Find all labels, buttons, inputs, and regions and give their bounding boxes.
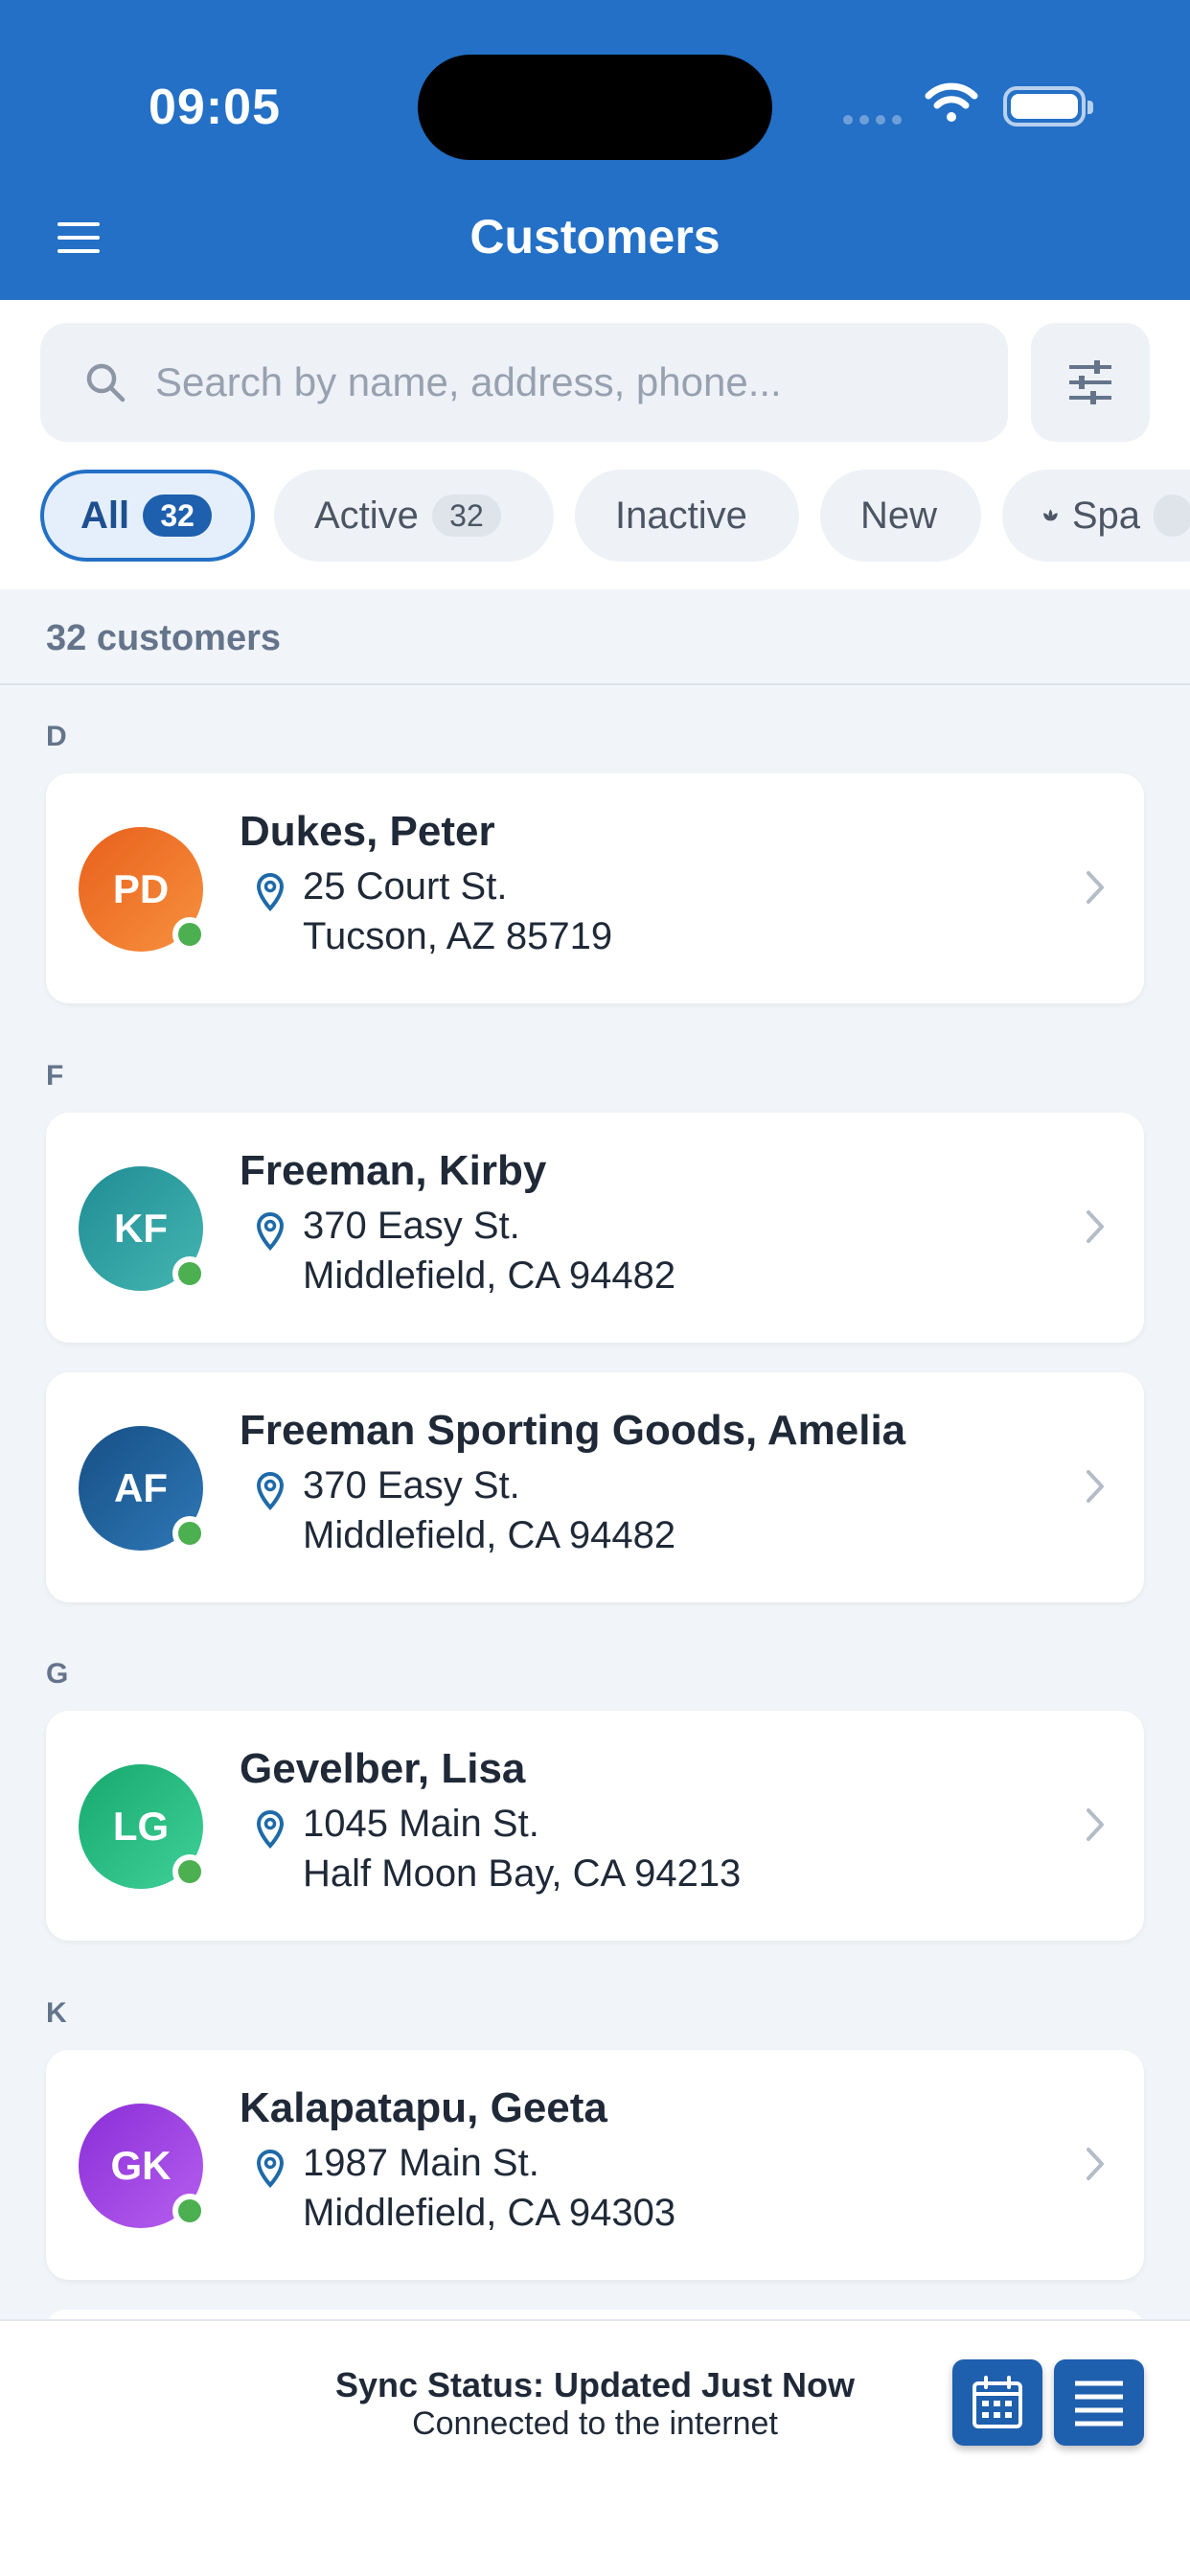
page-title: Customers (469, 210, 721, 264)
chip-label: All (80, 494, 130, 537)
filter-chip-inactive[interactable]: Inactive (575, 470, 799, 562)
online-status-dot (172, 1256, 207, 1291)
address-line1: 370 Easy St. (303, 1205, 520, 1247)
customer-count: 32 customers (46, 618, 282, 658)
customer-card[interactable]: GK Kalapatapu, Geeta 1987 Main St. Middl… (46, 2050, 1144, 2280)
customer-name: Dukes, Peter (240, 808, 495, 855)
location-pin-icon (256, 873, 285, 911)
customer-card[interactable]: LG Gevelber, Lisa 1045 Main St. Half Moo… (46, 1711, 1144, 1941)
customer-name: Kalapatapu, Geeta (240, 2084, 607, 2131)
filter-chip-new[interactable]: New (820, 470, 981, 562)
online-status-dot (172, 2194, 207, 2228)
wifi-icon (925, 82, 978, 122)
spa-icon (1042, 509, 1058, 521)
chip-count-badge (1154, 494, 1190, 537)
section-header-k: K (46, 1997, 67, 2029)
list-view-button[interactable] (1054, 2359, 1144, 2446)
chip-label: Active (314, 494, 419, 537)
customer-card[interactable]: AF Freeman Sporting Goods, Amelia 370 Ea… (46, 1372, 1144, 1602)
cellular-signal-icon (843, 115, 902, 125)
address-line2: Middlefield, CA 94482 (303, 1514, 676, 1556)
customer-name: Gevelber, Lisa (240, 1745, 526, 1792)
chip-count-badge: 32 (143, 494, 213, 537)
address-line2: Tucson, AZ 85719 (303, 915, 613, 957)
chevron-right-icon (1087, 1808, 1104, 1841)
app-header: 09:05 Customers (0, 0, 1190, 300)
filter-chip-all[interactable]: All 32 (40, 470, 255, 562)
section-header-d: D (46, 721, 67, 752)
battery-icon (1003, 86, 1093, 126)
location-pin-icon (256, 1472, 285, 1510)
address-line1: 370 Easy St. (303, 1464, 520, 1506)
customer-name: Freeman Sporting Goods, Amelia (240, 1407, 906, 1454)
chevron-right-icon (1087, 1470, 1104, 1503)
list-icon (1075, 2380, 1123, 2426)
chevron-right-icon (1087, 1210, 1104, 1243)
search-icon (86, 363, 126, 402)
chip-label: Spa (1071, 494, 1140, 537)
chip-label: Inactive (615, 494, 747, 537)
address-line2: Middlefield, CA 94482 (303, 1254, 676, 1297)
sliders-icon (1069, 360, 1111, 404)
section-header-g: G (46, 1658, 69, 1690)
calendar-button[interactable] (952, 2359, 1042, 2446)
location-pin-icon (256, 1212, 285, 1251)
customer-name: Freeman, Kirby (240, 1147, 547, 1194)
filter-chip-active[interactable]: Active 32 (274, 470, 554, 562)
filter-chips: All 32 Active 32 Inactive New Spa (40, 470, 1190, 562)
filter-settings-button[interactable] (1031, 323, 1150, 442)
search-input[interactable] (155, 323, 989, 442)
address-line1: 1987 Main St. (303, 2142, 539, 2184)
chevron-right-icon (1087, 2148, 1104, 2180)
search-box[interactable] (40, 323, 1008, 442)
online-status-dot (172, 1516, 207, 1551)
chip-label: New (860, 494, 938, 537)
location-pin-icon (256, 2150, 285, 2188)
sync-status-bar: Sync Status: Updated Just Now Connected … (0, 2319, 1190, 2576)
filter-chip-spa[interactable]: Spa (1002, 470, 1190, 562)
calendar-icon (973, 2376, 1022, 2428)
location-pin-icon (256, 1810, 285, 1849)
online-status-dot (172, 1854, 207, 1889)
address-line1: 1045 Main St. (303, 1803, 539, 1845)
search-filter-area: All 32 Active 32 Inactive New Spa (0, 300, 1190, 589)
chip-count-badge: 32 (431, 494, 501, 537)
address-line2: Half Moon Bay, CA 94213 (303, 1852, 742, 1895)
customer-card[interactable]: KF Freeman, Kirby 370 Easy St. Middlefie… (46, 1113, 1144, 1343)
address-line1: 25 Court St. (303, 865, 508, 908)
chevron-right-icon (1087, 871, 1104, 904)
address-line2: Middlefield, CA 94303 (303, 2192, 676, 2234)
results-count-bar: 32 customers (0, 589, 1190, 685)
section-header-f: F (46, 1060, 64, 1092)
online-status-dot (172, 917, 207, 952)
customer-card[interactable]: PD Dukes, Peter 25 Court St. Tucson, AZ … (46, 773, 1144, 1003)
status-time: 09:05 (149, 80, 281, 135)
dynamic-island (418, 55, 772, 160)
